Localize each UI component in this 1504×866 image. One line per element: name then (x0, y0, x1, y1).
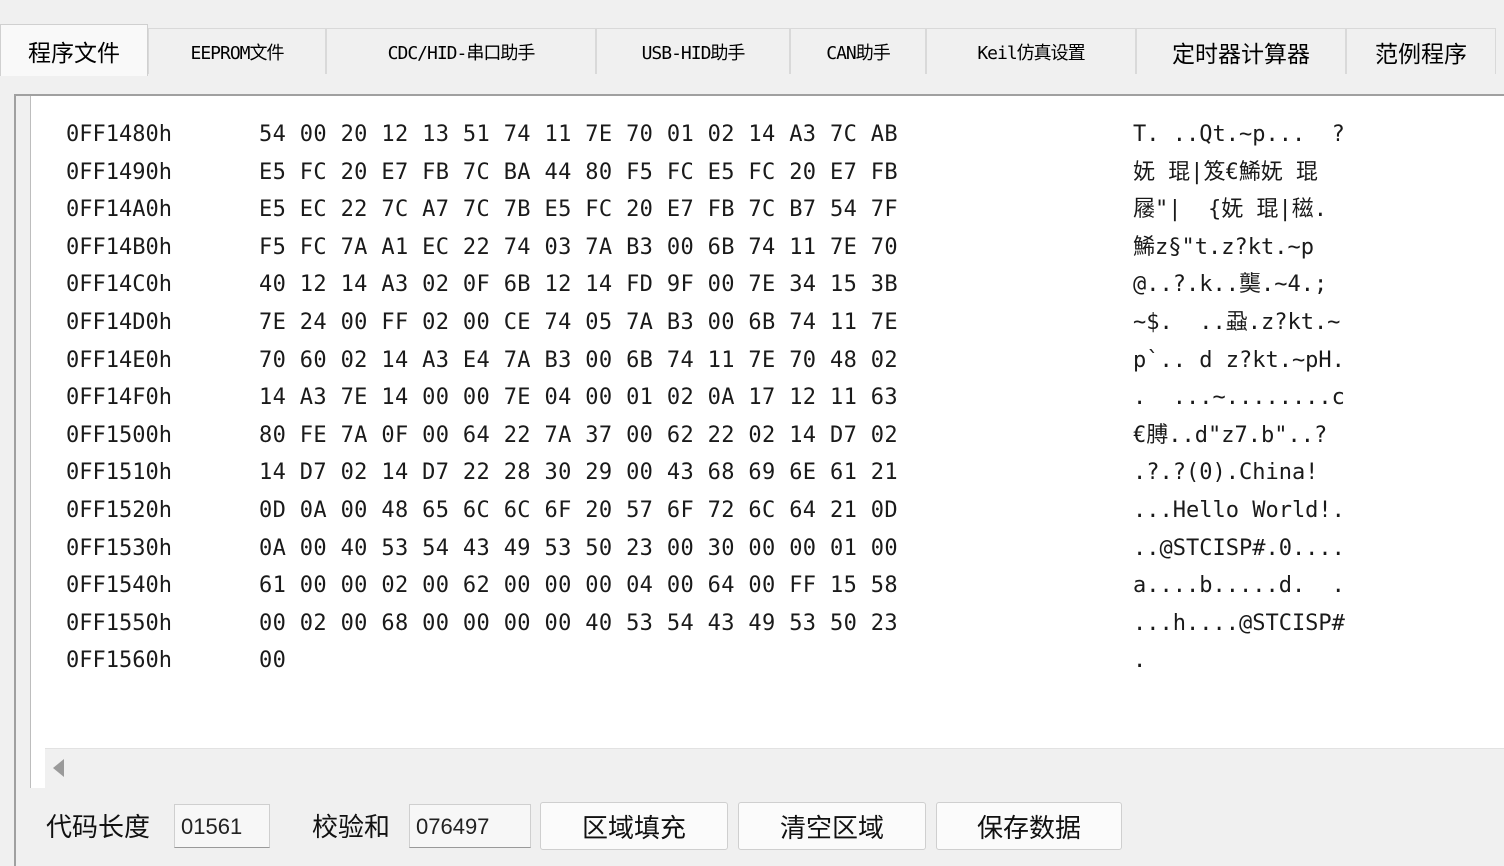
row-address: 0FF1530h (66, 535, 172, 561)
tab-usb-hid[interactable]: USB-HID助手 (596, 28, 790, 74)
row-address: 0FF14B0h (66, 234, 172, 260)
row-address: 0FF14F0h (66, 385, 172, 411)
tab-eeprom-file[interactable]: EEPROM文件 (148, 28, 326, 74)
footer-bar: 代码长度 01561 校验和 076497 区域填充 清空区域 保存数据 (16, 796, 1496, 856)
row-address: 0FF14C0h (66, 272, 172, 298)
row-ascii: ...Hello World!. (1133, 497, 1345, 523)
scroll-left-arrow-icon[interactable] (53, 759, 64, 777)
row-ascii: T. ..Qt.~p... ? (1133, 122, 1345, 147)
row-bytes: E5 FC 20 E7 FB 7C BA 44 80 F5 FC E5 FC 2… (259, 159, 898, 185)
tab-examples[interactable]: 范例程序 (1346, 28, 1496, 74)
row-ascii: €膊..d"z7.b"..? (1133, 422, 1328, 448)
save-data-label: 保存数据 (976, 813, 1081, 844)
save-data-button[interactable]: 保存数据 (936, 802, 1122, 850)
row-bytes: 0D 0A 00 48 65 6C 6C 6F 20 57 6F 72 6C 6… (259, 497, 898, 523)
hex-viewer[interactable]: 0FF1480h 54 00 20 12 13 51 74 11 7E 70 01… (30, 96, 1504, 789)
row-ascii: .?.?(0).China! (1133, 460, 1319, 486)
row-ascii: @..?.k..龑.~4.; (1133, 272, 1328, 298)
tab-label: CAN助手 (826, 42, 891, 64)
row-ascii: ...h....@STCISP# (1133, 610, 1345, 636)
tab-label: CDC/HID-串口助手 (387, 42, 536, 64)
program-file-panel: 0FF1480h 54 00 20 12 13 51 74 11 7E 70 01… (14, 94, 1504, 866)
row-ascii: ..@STCISP#.0.... (1133, 535, 1345, 561)
row-bytes: 61 00 00 02 00 62 00 00 00 04 00 64 00 F… (259, 573, 898, 599)
row-bytes: 7E 24 00 FF 02 00 CE 74 05 7A B3 00 6B 7… (259, 309, 898, 335)
row-bytes: 14 A3 7E 14 00 00 7E 04 00 01 02 0A 17 1… (259, 385, 898, 411)
row-ascii: 屦"| {妩 琨|稵. (1133, 197, 1327, 223)
row-address: 0FF1490h (66, 159, 172, 185)
tab-label: 定时器计算器 (1172, 41, 1310, 68)
code-length-field[interactable]: 01561 (174, 804, 270, 848)
tab-keil-sim[interactable]: Keil仿真设置 (926, 28, 1136, 74)
area-fill-label: 区域填充 (581, 813, 686, 844)
horizontal-scrollbar[interactable] (45, 748, 1504, 789)
row-bytes: 00 02 00 68 00 00 00 00 40 53 54 43 49 5… (259, 610, 898, 636)
code-length-label: 代码长度 (46, 813, 151, 843)
row-address: 0FF1510h (66, 460, 172, 486)
checksum-label: 校验和 (312, 813, 391, 843)
row-bytes: 70 60 02 14 A3 E4 7A B3 00 6B 74 11 7E 7… (259, 347, 898, 373)
row-ascii: ~$. ..蝨.z?kt.~ (1133, 309, 1341, 335)
tab-program-file[interactable]: 程序文件 (0, 24, 148, 76)
row-ascii: . (1133, 648, 1147, 674)
row-bytes: 0A 00 40 53 54 43 49 53 50 23 00 30 00 0… (259, 535, 898, 561)
row-ascii: p`.. d z?kt.~pH. (1133, 347, 1345, 373)
tab-label: 程序文件 (28, 40, 120, 67)
tab-label: 范例程序 (1375, 41, 1467, 68)
row-ascii: 鯑z§"t.z?kt.~p (1133, 234, 1314, 260)
row-address: 0FF1560h (66, 648, 172, 674)
clear-area-label: 清空区域 (779, 813, 884, 844)
tab-label: Keil仿真设置 (977, 42, 1085, 64)
tab-timer-calc[interactable]: 定时器计算器 (1136, 28, 1346, 74)
row-address: 0FF14E0h (66, 347, 172, 373)
row-bytes: 80 FE 7A 0F 00 64 22 7A 37 00 62 22 02 1… (259, 422, 898, 448)
tab-label: EEPROM文件 (190, 42, 284, 64)
row-bytes: E5 EC 22 7C A7 7C 7B E5 FC 20 E7 FB 7C B… (259, 197, 898, 223)
tab-label: USB-HID助手 (641, 42, 746, 64)
checksum-field[interactable]: 076497 (409, 804, 531, 848)
row-bytes: 00 (259, 648, 287, 674)
row-bytes: 54 00 20 12 13 51 74 11 7E 70 01 02 14 A… (259, 122, 898, 147)
row-address: 0FF14A0h (66, 197, 172, 223)
row-address: 0FF1480h (66, 122, 172, 147)
tab-cdc-hid-serial[interactable]: CDC/HID-串口助手 (326, 28, 596, 74)
row-bytes: 14 D7 02 14 D7 22 28 30 29 00 43 68 69 6… (259, 460, 898, 486)
row-bytes: F5 FC 7A A1 EC 22 74 03 7A B3 00 6B 74 1… (259, 234, 898, 260)
row-address: 0FF1550h (66, 610, 172, 636)
row-ascii: 妩 琨|笈€鯑妩 琨 (1133, 159, 1318, 185)
tab-can[interactable]: CAN助手 (790, 28, 926, 74)
row-ascii: . ...~........c (1133, 385, 1345, 411)
row-ascii: a....b.....d. . (1133, 573, 1345, 599)
row-address: 0FF1520h (66, 497, 172, 523)
row-address: 0FF14D0h (66, 309, 172, 335)
row-bytes: 40 12 14 A3 02 0F 6B 12 14 FD 9F 00 7E 3… (259, 272, 898, 298)
tab-bar: 程序文件 EEPROM文件 CDC/HID-串口助手 USB-HID助手 CAN… (0, 24, 1504, 76)
row-address: 0FF1540h (66, 573, 172, 599)
row-address: 0FF1500h (66, 422, 172, 448)
clear-area-button[interactable]: 清空区域 (738, 802, 926, 850)
area-fill-button[interactable]: 区域填充 (540, 802, 728, 850)
